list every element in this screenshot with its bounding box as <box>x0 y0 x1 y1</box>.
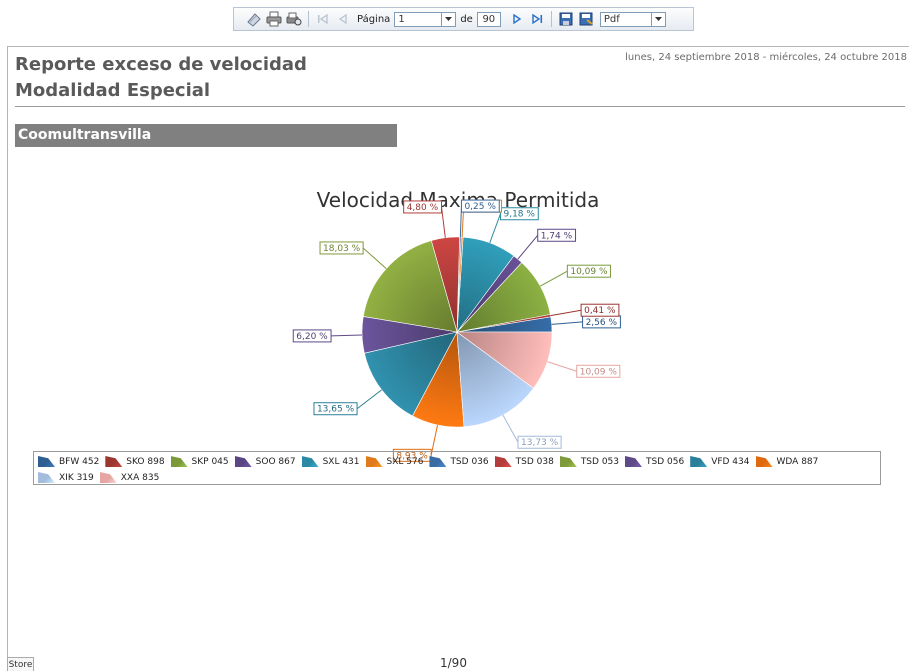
legend-swatch <box>234 456 252 467</box>
legend-swatch <box>559 456 577 467</box>
legend-label: WDA 887 <box>776 456 819 467</box>
legend-swatch <box>429 456 447 467</box>
slice-percent-label: 2,56 % <box>586 318 618 328</box>
legend-label: XIK 319 <box>59 472 94 483</box>
slice-leader-line <box>517 234 539 260</box>
legend-item: BFW 452 <box>38 455 99 468</box>
slice-leader-line <box>539 270 568 287</box>
legend-swatch <box>625 456 642 467</box>
slice-leader-line <box>441 206 446 238</box>
pie-chart: 2,56 %0,41 %10,09 %1,74 %9,18 %0,33 %0,2… <box>292 199 621 462</box>
legend-label: TSD 056 <box>646 456 685 467</box>
slice-percent-label: 0,25 % <box>464 202 496 212</box>
legend-item: TSD 053 <box>559 455 619 468</box>
legend-swatch <box>690 456 708 467</box>
legend-item: SXL 431 <box>301 455 360 468</box>
slice-leader-line <box>489 213 501 244</box>
slice-percent-label: 10,09 % <box>580 367 618 377</box>
legend-swatch <box>38 472 55 483</box>
legend-item: TSD 056 <box>625 455 684 468</box>
legend-label: SKP 045 <box>191 456 229 467</box>
legend-label: SKO 898 <box>126 456 165 467</box>
legend-item: XXA 835 <box>99 471 160 484</box>
legend-item: TSD 038 <box>494 455 554 468</box>
slice-percent-label: 18,03 % <box>323 244 361 254</box>
legend-item: VFD 434 <box>690 455 750 468</box>
legend-label: SOO 867 <box>255 456 296 467</box>
slice-percent-label: 13,65 % <box>317 405 355 415</box>
legend-swatch <box>301 456 319 467</box>
chart-legend: BFW 452 SKO 898 SKP 045 SOO 867 SXL 431 SXL 5… <box>33 451 881 485</box>
legend-swatch <box>105 456 123 467</box>
legend-label: XXA 835 <box>120 472 160 483</box>
slice-leader-line <box>356 389 382 410</box>
legend-item: SXL 576 <box>365 455 424 468</box>
legend-item: XIK 319 <box>38 471 94 484</box>
slice-leader-line <box>547 361 577 372</box>
slice-percent-label: 1,74 % <box>541 231 573 241</box>
legend-item: TSD 036 <box>429 455 489 468</box>
legend-swatch <box>494 456 512 467</box>
slice-leader-line <box>550 309 582 317</box>
legend-label: TSD 053 <box>580 456 619 467</box>
slice-percent-label: 10,09 % <box>570 267 608 277</box>
legend-item: SOO 867 <box>234 455 296 468</box>
legend-label: TSD 036 <box>450 456 489 467</box>
legend-swatch <box>365 456 383 467</box>
legend-item: WDA 887 <box>755 455 819 468</box>
legend-item: SKO 898 <box>105 455 165 468</box>
legend-swatch <box>170 456 188 467</box>
store-tab[interactable]: Store <box>7 657 34 671</box>
legend-item: SKP 045 <box>170 455 229 468</box>
slice-leader-line <box>551 321 583 325</box>
slice-percent-label: 9,18 % <box>503 210 535 220</box>
slice-percent-label: 6,20 % <box>296 332 328 342</box>
legend-label: SXL 576 <box>386 456 424 467</box>
legend-label: VFD 434 <box>711 456 750 467</box>
legend-swatch <box>99 472 117 483</box>
legend-label: BFW 452 <box>59 456 100 467</box>
legend-swatch <box>755 456 773 467</box>
legend-label: SXL 431 <box>322 456 360 467</box>
slice-leader-line <box>502 414 519 443</box>
slice-percent-label: 4,80 % <box>407 203 439 213</box>
legend-swatch <box>38 456 55 467</box>
slice-leader-line <box>362 247 387 270</box>
slice-percent-label: 0,41 % <box>584 306 616 316</box>
page-indicator: 1/90 <box>440 656 467 670</box>
slice-percent-label: 13,73 % <box>521 438 559 448</box>
legend-label: TSD 038 <box>515 456 554 467</box>
slice-leader-line <box>331 334 363 337</box>
